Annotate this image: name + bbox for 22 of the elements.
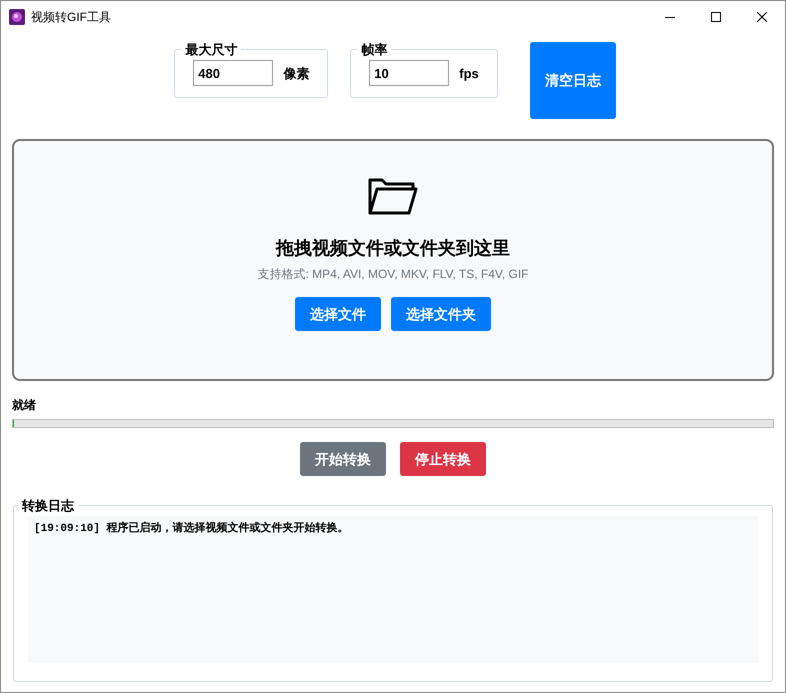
folder-icon xyxy=(368,177,418,215)
log-label: 转换日志 xyxy=(20,497,76,515)
select-button[interactable]: 选择文件夹 xyxy=(391,297,491,331)
setting-label: 最大尺寸 xyxy=(184,41,238,59)
action-button[interactable]: 开始转换 xyxy=(300,442,386,476)
drop-zone[interactable]: 拖拽视频文件或文件夹到这里 支持格式: MP4, AVI, MOV, MKV, FLV, TS, F4V, GIF 选择文件 选择文件夹 xyxy=(12,139,774,381)
log-line: [19:09:10] 程序已启动，请选择视频文件或文件夹开始转换。 xyxy=(34,520,350,536)
setting-label: 帧率 xyxy=(360,41,388,59)
close-icon xyxy=(757,12,767,22)
unit-label: 像素 xyxy=(283,64,310,82)
supported-formats: 支持格式: MP4, AVI, MOV, MKV, FLV, TS, F4V, GIF xyxy=(258,266,528,283)
maximize-icon xyxy=(711,12,721,22)
window-title: 视频转GIF工具 xyxy=(31,8,111,26)
drop-title: 拖拽视频文件或文件夹到这里 xyxy=(276,237,510,260)
action-button[interactable]: 停止转换 xyxy=(400,442,486,476)
setting-input[interactable]: 480 xyxy=(193,60,274,86)
status-label: 就绪 xyxy=(12,397,37,414)
select-button[interactable]: 选择文件 xyxy=(295,297,381,331)
unit-label: fps xyxy=(459,64,479,83)
clear-log-button[interactable]: 清空日志 xyxy=(530,42,616,119)
setting-input[interactable]: 10 xyxy=(369,60,450,86)
app-icon xyxy=(9,8,25,24)
